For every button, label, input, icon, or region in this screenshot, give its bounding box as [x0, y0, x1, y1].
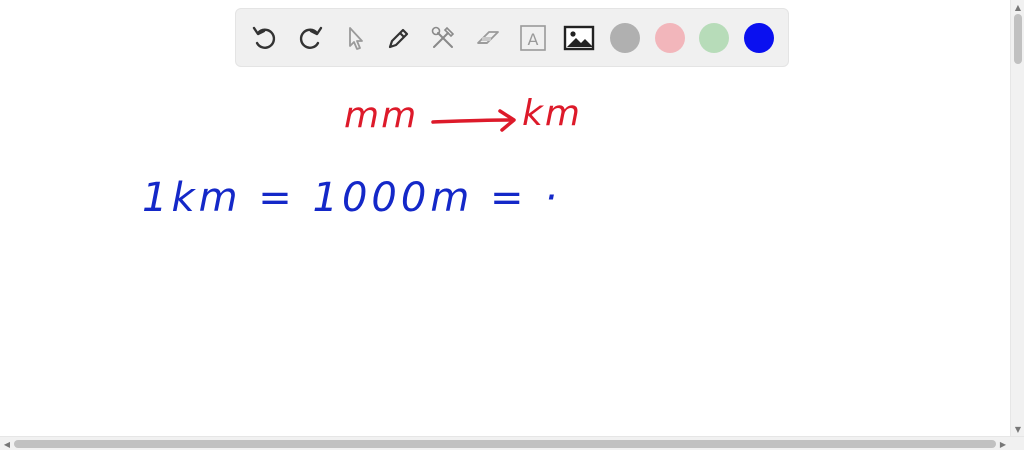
- scroll-right-icon[interactable]: ▶: [996, 437, 1010, 450]
- handwriting-equation: 1km = 1000m = ·: [142, 175, 561, 221]
- svg-text:A: A: [528, 30, 539, 49]
- drawing-toolbar: A: [235, 8, 789, 67]
- scroll-down-icon[interactable]: ▼: [1011, 422, 1024, 436]
- redo-button[interactable]: [293, 21, 327, 55]
- handwriting-mm: mm: [344, 95, 419, 136]
- scroll-up-icon[interactable]: ▲: [1011, 0, 1024, 14]
- vertical-scrollbar[interactable]: ▲ ▼: [1010, 0, 1024, 436]
- select-arrow-icon: [349, 27, 363, 50]
- pen-button[interactable]: [382, 21, 416, 55]
- eraser-button[interactable]: [471, 21, 505, 55]
- select-button[interactable]: [338, 21, 372, 55]
- color-swatch-green[interactable]: [699, 23, 729, 53]
- whiteboard-app: mm km 1km = 1000m = · A ▲ ▼ ◀ ▶: [0, 0, 1024, 450]
- handwriting-km: km: [522, 93, 582, 134]
- text-button[interactable]: A: [516, 21, 550, 55]
- redo-icon: [299, 26, 323, 49]
- image-button[interactable]: [562, 21, 596, 55]
- tools-button[interactable]: [426, 21, 460, 55]
- undo-button[interactable]: [248, 21, 282, 55]
- pen-icon: [388, 28, 409, 49]
- color-swatch-blue[interactable]: [744, 23, 774, 53]
- horizontal-scroll-thumb[interactable]: [14, 440, 996, 448]
- vertical-scroll-thumb[interactable]: [1014, 14, 1022, 64]
- horizontal-scrollbar[interactable]: ◀ ▶: [0, 436, 1024, 450]
- color-swatch-gray[interactable]: [610, 23, 640, 53]
- tools-icon: [431, 26, 455, 48]
- color-swatch-pink[interactable]: [655, 23, 685, 53]
- eraser-icon: [477, 31, 499, 44]
- handwriting-arrow: [431, 109, 516, 132]
- image-icon: [563, 25, 595, 51]
- undo-icon: [252, 26, 276, 49]
- scroll-left-icon[interactable]: ◀: [0, 437, 14, 450]
- text-box-icon: A: [520, 25, 546, 51]
